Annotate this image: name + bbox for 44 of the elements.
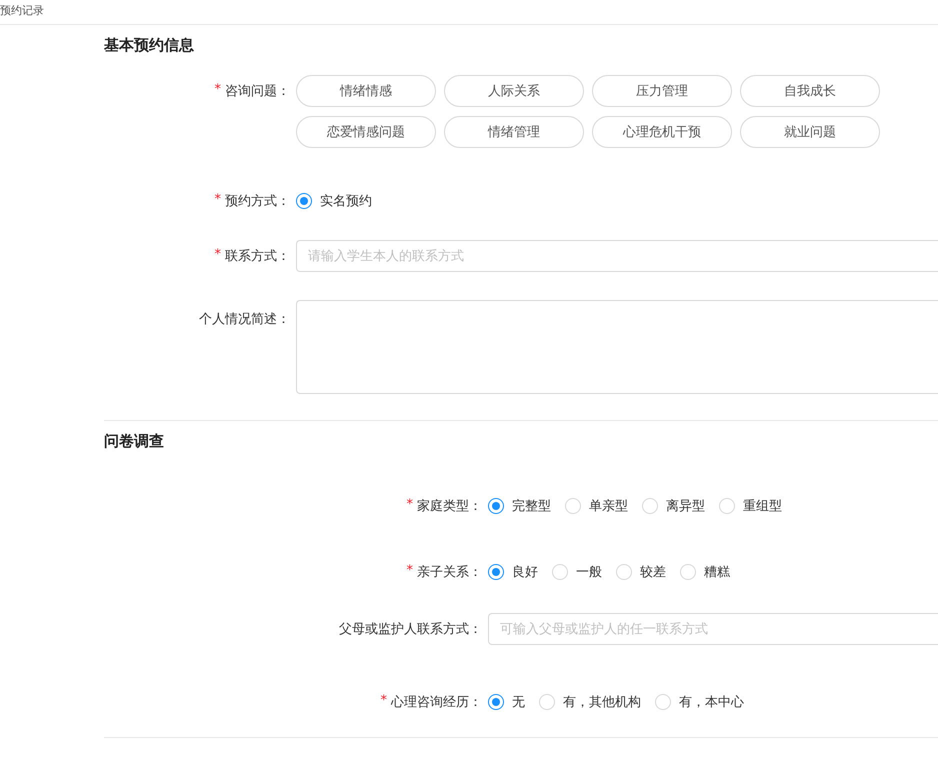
section-title: 基本预约信息	[104, 35, 194, 56]
description-textarea[interactable]	[296, 300, 938, 394]
topic-chip[interactable]: 情绪管理	[444, 116, 584, 148]
required-asterisk: *	[214, 192, 221, 209]
text-input-field[interactable]: 可输入父母或监护人的任一联系方式	[488, 613, 938, 645]
text-input-field[interactable]: 请输入学生本人的联系方式	[296, 240, 938, 272]
field-label: 亲子关系：	[417, 564, 482, 581]
radio-label: 离异型	[666, 498, 705, 515]
required-asterisk: *	[380, 693, 387, 710]
field-label: 联系方式：	[225, 248, 290, 265]
radio-button[interactable]	[488, 564, 504, 580]
radio-label: 良好	[512, 564, 538, 581]
topic-chip[interactable]: 就业问题	[740, 116, 880, 148]
field-label: 咨询问题：	[225, 83, 290, 100]
field-label: 家庭类型：	[417, 498, 482, 515]
radio-label: 无	[512, 694, 525, 711]
topic-chip[interactable]: 恋爱情感问题	[296, 116, 436, 148]
field-label: 心理咨询经历：	[391, 694, 482, 711]
required-asterisk: *	[406, 497, 413, 514]
required-asterisk: *	[214, 82, 221, 99]
radio-button[interactable]	[488, 498, 504, 514]
topic-chip[interactable]: 人际关系	[444, 75, 584, 107]
page-title: 预约记录	[0, 3, 44, 18]
radio-label: 糟糕	[704, 564, 730, 581]
required-asterisk: *	[406, 563, 413, 580]
radio-label: 一般	[576, 564, 602, 581]
topic-chip[interactable]: 心理危机干预	[592, 116, 732, 148]
field-label: 父母或监护人联系方式：	[339, 621, 482, 638]
radio-label: 单亲型	[589, 498, 628, 515]
topic-chip[interactable]: 自我成长	[740, 75, 880, 107]
radio-label: 完整型	[512, 498, 551, 515]
radio-label: 有，其他机构	[563, 694, 641, 711]
radio-label: 重组型	[743, 498, 782, 515]
topic-chip[interactable]: 情绪情感	[296, 75, 436, 107]
topic-chip[interactable]: 压力管理	[592, 75, 732, 107]
radio-label: 有，本中心	[679, 694, 744, 711]
section-title: 问卷调查	[104, 431, 164, 452]
field-label: 预约方式：	[225, 193, 290, 210]
radio-label: 实名预约	[320, 193, 372, 210]
field-label: 个人情况简述：	[199, 311, 290, 328]
radio-label: 较差	[640, 564, 666, 581]
radio-button[interactable]	[488, 694, 504, 710]
radio-button[interactable]	[296, 193, 312, 209]
required-asterisk: *	[214, 247, 221, 264]
